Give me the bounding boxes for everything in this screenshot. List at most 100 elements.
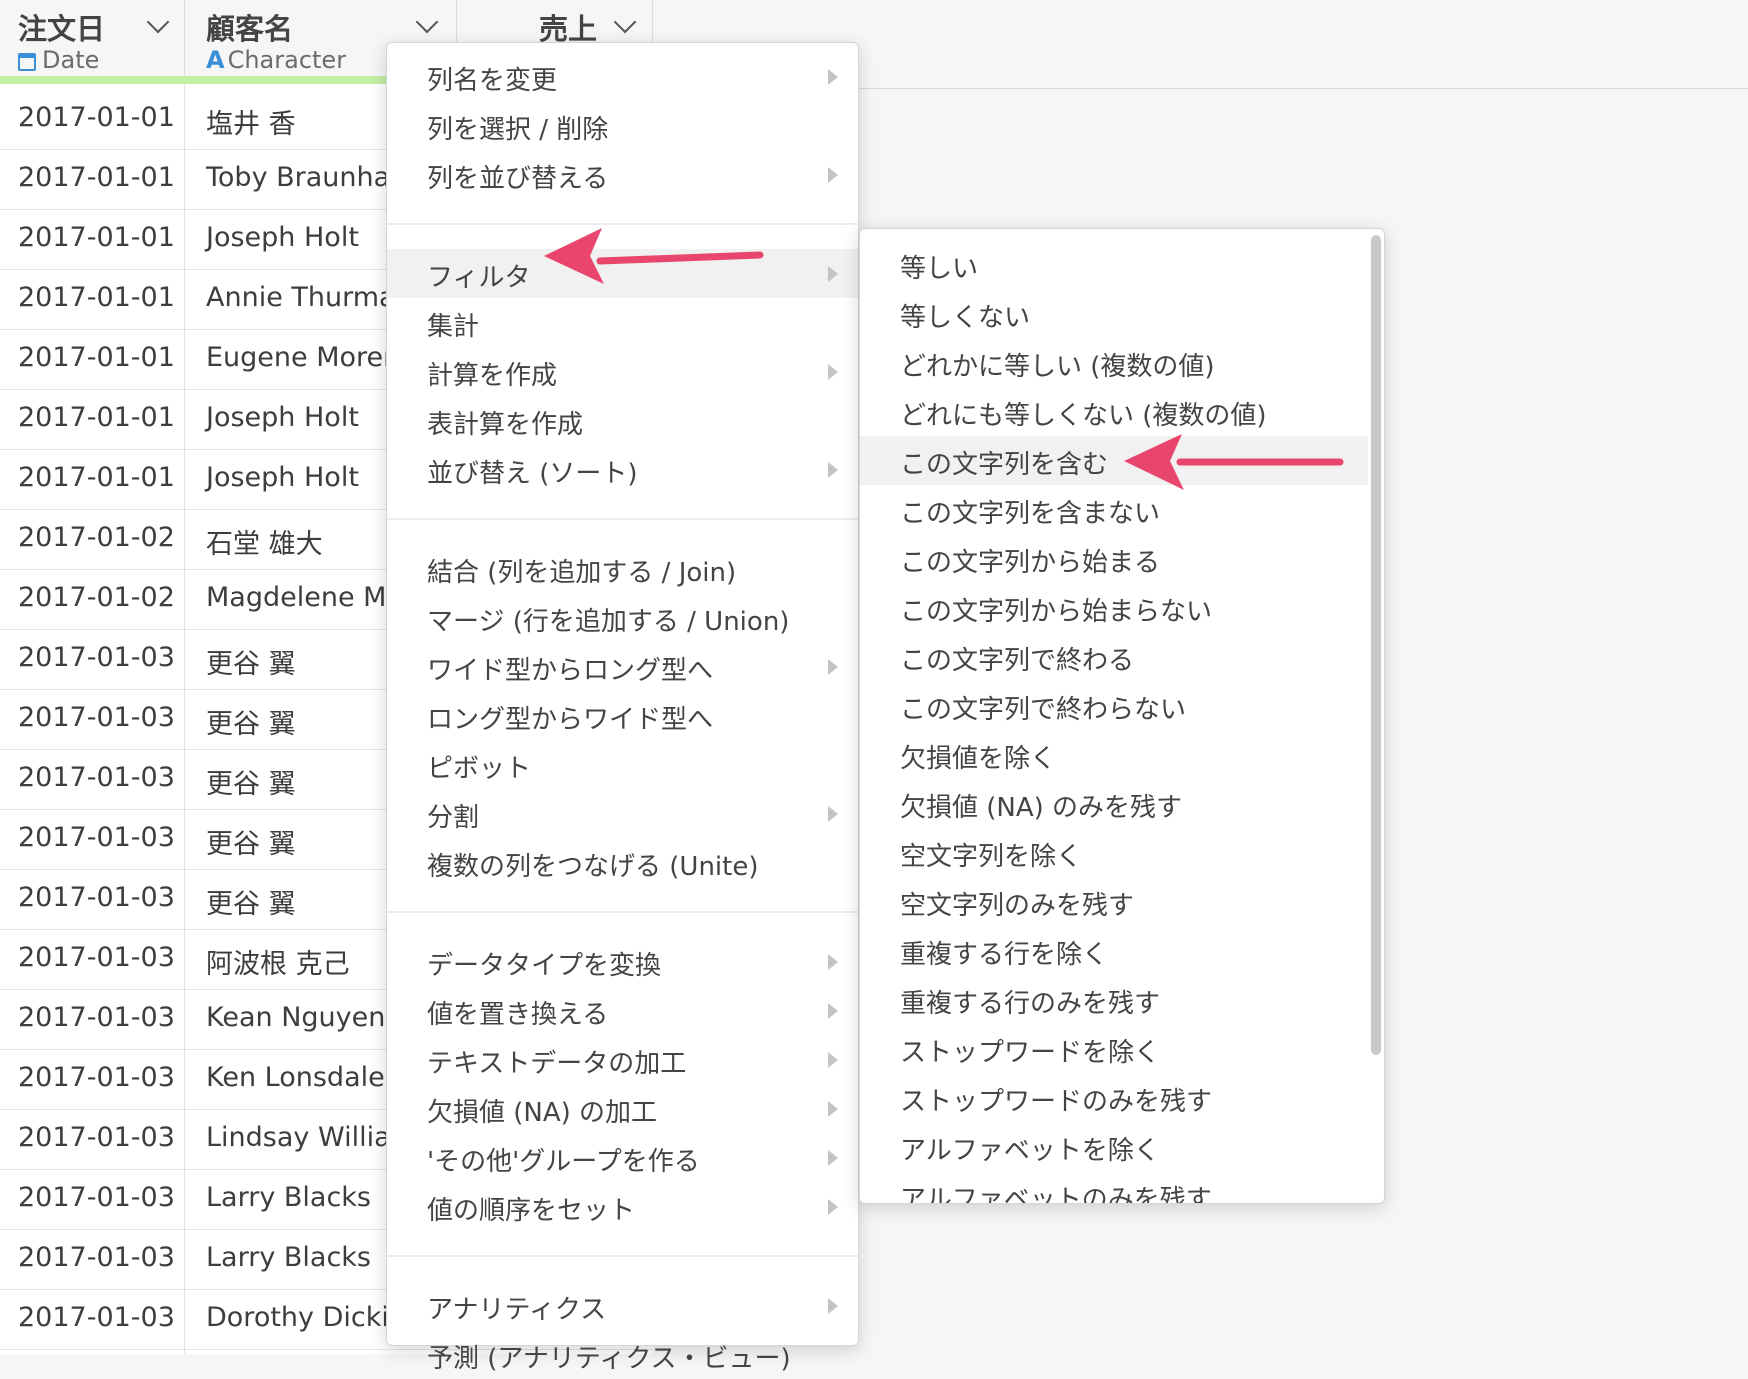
menu-item-label: 計算を作成 — [427, 361, 558, 391]
menu-item[interactable]: データタイプを変換 — [387, 937, 858, 986]
menu-item[interactable]: 列を選択 / 削除 — [387, 101, 858, 150]
cell-customer-name: 阿波根 克己 — [206, 949, 350, 980]
submenu-arrow-icon — [828, 659, 838, 675]
menu-item[interactable]: アナリティクス — [387, 1281, 858, 1330]
submenu-arrow-icon — [828, 1199, 838, 1215]
filter-option[interactable]: どれかに等しい (複数の値) — [860, 338, 1368, 387]
submenu-scrollbar[interactable] — [1371, 235, 1381, 1055]
filter-option[interactable]: 空文字列のみを残す — [860, 877, 1368, 926]
filter-option[interactable]: アルファベットを除く — [860, 1122, 1368, 1171]
menu-item[interactable]: ワイド型からロング型へ — [387, 642, 858, 691]
chevron-down-icon[interactable] — [613, 10, 637, 34]
cell-customer-name: Ken Lonsdale — [206, 1062, 385, 1093]
menu-separator — [387, 1255, 858, 1257]
filter-option-label: この文字列から始まる — [900, 548, 1161, 578]
annotation-arrow — [544, 228, 764, 284]
calendar-icon — [18, 53, 36, 71]
menu-item-label: 分割 — [427, 803, 480, 833]
filter-option-label: この文字列で終わらない — [900, 695, 1187, 725]
submenu-arrow-icon — [828, 1150, 838, 1166]
filter-option-label: 欠損値を除く — [900, 744, 1057, 774]
column-quality-bar — [0, 76, 185, 84]
menu-item[interactable]: 表計算を作成 — [387, 396, 858, 445]
menu-item[interactable]: 分割 — [387, 789, 858, 838]
filter-option[interactable]: 欠損値を除く — [860, 730, 1368, 779]
menu-item[interactable]: 並び替え (ソート) — [387, 445, 858, 494]
filter-option[interactable]: 重複する行を除く — [860, 926, 1368, 975]
menu-item[interactable]: 計算を作成 — [387, 347, 858, 396]
filter-option[interactable]: ストップワードのみを残す — [860, 1073, 1368, 1122]
filter-option-label: 重複する行のみを残す — [900, 989, 1161, 1019]
menu-item-label: 'その他'グループを作る — [427, 1147, 700, 1177]
filter-option-label: どれかに等しい (複数の値) — [900, 352, 1215, 382]
chevron-down-icon[interactable] — [146, 10, 170, 34]
cell-order-date: 2017-01-03 — [18, 1302, 175, 1333]
filter-option[interactable]: 欠損値 (NA) のみを残す — [860, 779, 1368, 828]
cell-order-date: 2017-01-03 — [18, 1182, 175, 1213]
cell-order-date: 2017-01-02 — [18, 522, 175, 553]
menu-item-label: ロング型からワイド型へ — [427, 705, 714, 735]
filter-option[interactable]: この文字列から始まる — [860, 534, 1368, 583]
menu-item[interactable]: 結合 (列を追加する / Join) — [387, 544, 858, 593]
cell-order-date: 2017-01-01 — [18, 222, 175, 253]
menu-item[interactable]: ピボット — [387, 740, 858, 789]
menu-item[interactable]: 値を置き換える — [387, 986, 858, 1035]
chevron-down-icon[interactable] — [415, 10, 439, 34]
menu-item[interactable]: 欠損値 (NA) の加工 — [387, 1084, 858, 1133]
menu-item[interactable]: 列名を変更 — [387, 52, 858, 101]
column-header-order-date[interactable]: 注文日 Date — [0, 0, 185, 84]
menu-item[interactable]: 値の順序をセット — [387, 1182, 858, 1231]
menu-item-label: 欠損値 (NA) の加工 — [427, 1098, 658, 1128]
filter-option-label: 空文字列を除く — [900, 842, 1083, 872]
filter-option-label: 欠損値 (NA) のみを残す — [900, 793, 1183, 823]
column-type: Date — [18, 46, 99, 74]
filter-option-label: アルファベットを除く — [900, 1136, 1160, 1166]
filter-option[interactable]: この文字列で終わる — [860, 632, 1368, 681]
cell-customer-name: 更谷 翼 — [206, 769, 296, 800]
filter-option-label: この文字列を含む — [900, 450, 1109, 480]
column-type: A Character — [206, 46, 347, 74]
filter-option[interactable]: 重複する行のみを残す — [860, 975, 1368, 1024]
cell-order-date: 2017-01-02 — [18, 582, 175, 613]
filter-option[interactable]: 空文字列を除く — [860, 828, 1368, 877]
cell-customer-name: 石堂 雄大 — [206, 529, 323, 560]
filter-option-label: 等しい — [900, 254, 979, 284]
filter-option[interactable]: 等しい — [860, 240, 1368, 289]
filter-option[interactable]: この文字列から始まらない — [860, 583, 1368, 632]
filter-option[interactable]: この文字列で終わらない — [860, 681, 1368, 730]
cell-customer-name: Joseph Holt — [206, 402, 359, 433]
cell-order-date: 2017-01-03 — [18, 1242, 175, 1273]
filter-option-label: この文字列から始まらない — [900, 597, 1213, 627]
filter-option-label: アルファベットのみを残す — [900, 1185, 1212, 1204]
cell-order-date: 2017-01-03 — [18, 642, 175, 673]
menu-item[interactable]: 予測 (アナリティクス・ビュー) — [387, 1330, 858, 1379]
menu-item-label: 結合 (列を追加する / Join) — [427, 558, 737, 588]
menu-item[interactable]: テキストデータの加工 — [387, 1035, 858, 1084]
filter-option[interactable]: 等しくない — [860, 289, 1368, 338]
filter-option[interactable]: ストップワードを除く — [860, 1024, 1368, 1073]
cell-customer-name: 塩井 香 — [206, 109, 296, 140]
menu-item-label: ワイド型からロング型へ — [427, 656, 714, 686]
submenu-arrow-icon — [828, 462, 838, 478]
cell-customer-name: Eugene Moren — [206, 342, 401, 373]
menu-item-label: 集計 — [427, 312, 480, 342]
menu-item[interactable]: ロング型からワイド型へ — [387, 691, 858, 740]
menu-item-label: データタイプを変換 — [427, 951, 662, 981]
menu-item[interactable]: 複数の列をつなげる (Unite) — [387, 838, 858, 887]
character-type-icon: A — [206, 46, 225, 74]
menu-item-label: 値を置き換える — [427, 1000, 609, 1030]
annotation-arrow — [1124, 434, 1344, 490]
menu-item[interactable]: マージ (行を追加する / Union) — [387, 593, 858, 642]
menu-item[interactable]: 列を並び替える — [387, 150, 858, 199]
filter-submenu: 等しい等しくないどれかに等しい (複数の値) どれにも等しくない (複数の値) この… — [859, 228, 1385, 1204]
menu-item[interactable]: 'その他'グループを作る — [387, 1133, 858, 1182]
filter-option[interactable]: アルファベットのみを残す — [860, 1171, 1368, 1204]
menu-separator — [387, 911, 858, 913]
submenu-arrow-icon — [828, 954, 838, 970]
menu-item[interactable]: 集計 — [387, 298, 858, 347]
cell-order-date: 2017-01-01 — [18, 462, 175, 493]
submenu-arrow-icon — [828, 1298, 838, 1314]
cell-customer-name: 更谷 翼 — [206, 649, 296, 680]
submenu-arrow-icon — [828, 1052, 838, 1068]
filter-option[interactable]: どれにも等しくない (複数の値) — [860, 387, 1368, 436]
